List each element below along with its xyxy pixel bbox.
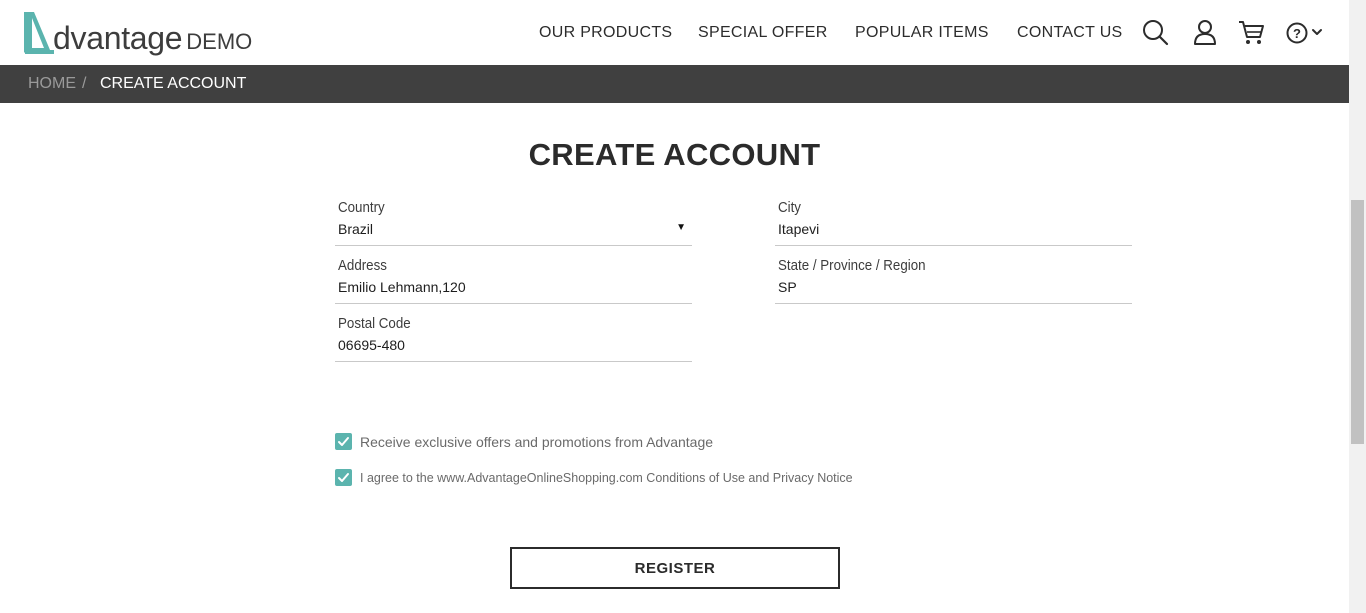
scrollbar-thumb[interactable]	[1351, 200, 1364, 444]
address-label: Address	[338, 258, 387, 274]
user-icon[interactable]	[1191, 18, 1221, 48]
nav-our-products[interactable]: OUR PRODUCTS	[539, 24, 672, 42]
state-input[interactable]	[778, 279, 1108, 295]
offers-label: Receive exclusive offers and promotions …	[360, 433, 714, 450]
help-menu[interactable]: ?	[1284, 18, 1326, 48]
state-field[interactable]: State / Province / Region	[775, 258, 1132, 304]
logo-mark-icon	[22, 10, 56, 54]
page-title: CREATE ACCOUNT	[528, 137, 821, 172]
logo[interactable]: dvantage DEMO	[22, 10, 252, 54]
terms-option: I agree to the www.AdvantageOnlineShoppi…	[335, 469, 853, 486]
site-header: dvantage DEMO OUR PRODUCTS SPECIAL OFFER…	[0, 0, 1349, 65]
city-input[interactable]	[778, 221, 1108, 237]
country-value[interactable]: Brazil	[338, 221, 668, 237]
offers-checkbox[interactable]	[335, 433, 352, 450]
logo-demo-label: DEMO	[186, 29, 253, 54]
address-input[interactable]	[338, 279, 668, 295]
city-label: City	[778, 200, 801, 216]
postal-code-label: Postal Code	[338, 316, 411, 332]
dropdown-arrow-icon[interactable]: ▼	[676, 222, 686, 233]
nav-special-offer[interactable]: SPECIAL OFFER	[698, 24, 828, 42]
postal-code-input[interactable]	[338, 337, 668, 353]
city-field[interactable]: City	[775, 200, 1132, 246]
breadcrumb: HOME / CREATE ACCOUNT	[0, 65, 1349, 103]
postal-code-field[interactable]: Postal Code	[335, 316, 692, 362]
country-select[interactable]: Country Brazil ▼	[335, 200, 692, 246]
state-label: State / Province / Region	[778, 258, 926, 274]
breadcrumb-current: CREATE ACCOUNT	[100, 75, 247, 92]
checkmark-icon	[338, 473, 349, 482]
breadcrumb-home[interactable]: HOME	[28, 75, 76, 93]
offers-option: Receive exclusive offers and promotions …	[335, 433, 713, 450]
breadcrumb-separator: /	[82, 75, 87, 92]
search-icon[interactable]	[1141, 18, 1171, 48]
terms-checkbox[interactable]	[335, 469, 352, 486]
address-field[interactable]: Address	[335, 258, 692, 304]
nav-popular-items[interactable]: POPULAR ITEMS	[855, 24, 989, 42]
svg-text:?: ?	[1293, 26, 1301, 41]
help-icon: ?	[1286, 22, 1322, 44]
terms-label: I agree to the www.AdvantageOnlineShoppi…	[360, 470, 853, 485]
register-button[interactable]: REGISTER	[510, 547, 840, 589]
cart-icon[interactable]	[1237, 18, 1267, 48]
checkmark-icon	[338, 437, 349, 446]
country-label: Country	[338, 200, 385, 216]
logo-word: dvantage	[53, 20, 183, 56]
nav-contact-us[interactable]: CONTACT US	[1017, 24, 1123, 42]
